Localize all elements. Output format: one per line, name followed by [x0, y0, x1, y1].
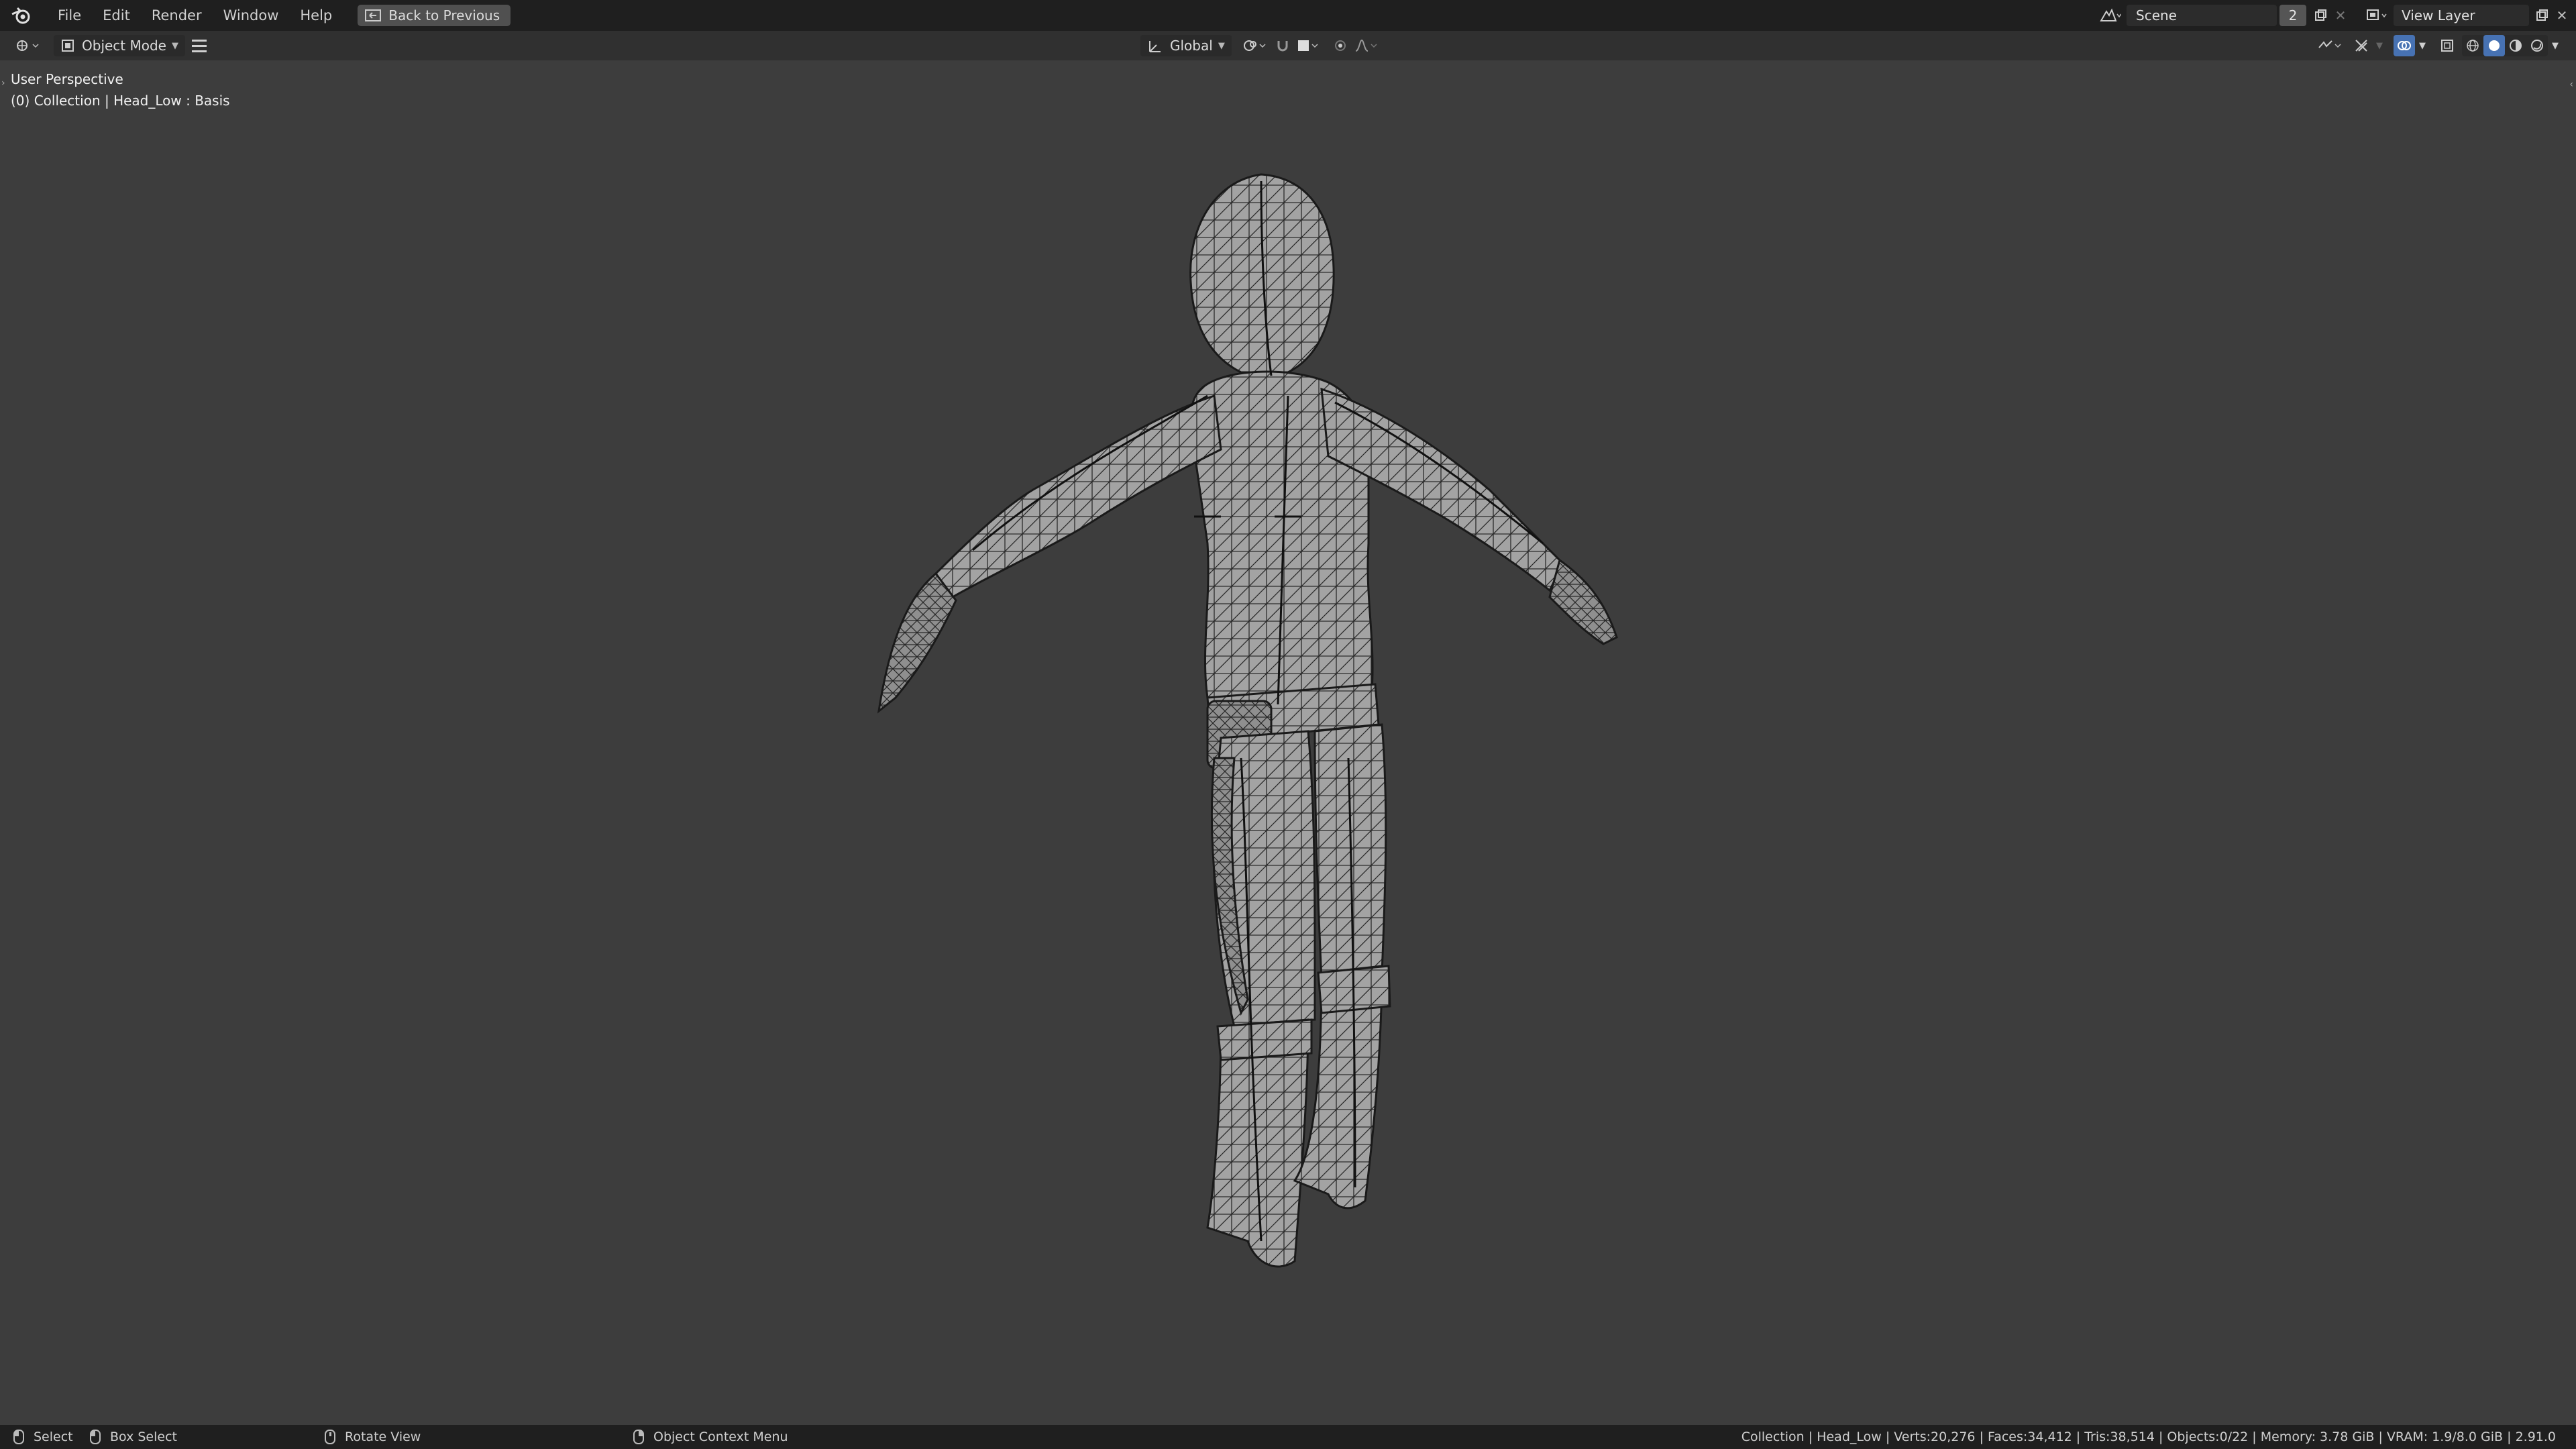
left-boot-cuff [1216, 1018, 1313, 1061]
character-mesh[interactable] [778, 168, 1731, 1368]
scene-statistics: Collection | Head_Low | Verts:20,276 | F… [1741, 1430, 2556, 1444]
screen-back-icon [365, 9, 382, 21]
status-box-select-label: Box Select [110, 1430, 177, 1444]
top-menu-bar: File Edit Render Window Help Back to Pre… [0, 0, 2576, 31]
viewport-header: Object Mode ▼ Global ▼ ▼ ▼ ▼ [0, 31, 2576, 60]
object-mode-dropdown[interactable]: Object Mode ▼ [54, 35, 185, 56]
object-mode-icon [62, 40, 74, 52]
status-box-select: Box Select [90, 1425, 177, 1449]
delete-scene-icon[interactable]: ✕ [2330, 5, 2351, 26]
mouse-right-icon [633, 1430, 644, 1444]
menu-render[interactable]: Render [141, 0, 213, 31]
scene-selector-icon[interactable] [2093, 5, 2127, 26]
viewport-collection-info: (0) Collection | Head_Low : Basis [11, 93, 230, 109]
status-context-menu-label: Object Context Menu [653, 1430, 788, 1444]
orientation-axes-icon [1149, 41, 1161, 52]
shading-dropdown-icon[interactable]: ▼ [2548, 35, 2563, 56]
falloff-curve-icon[interactable] [1351, 35, 1381, 56]
status-select: Select [13, 1425, 73, 1449]
character-body [877, 173, 1618, 1268]
new-scene-icon[interactable] [2310, 5, 2330, 26]
status-select-label: Select [34, 1430, 73, 1444]
left-arm [930, 394, 1222, 598]
gizmo-dropdown-icon[interactable]: ▼ [2372, 35, 2387, 56]
snap-toggle-icon[interactable] [1272, 35, 1293, 56]
solid-shading-icon[interactable] [2483, 35, 2505, 56]
shading-mode-group [2462, 35, 2548, 56]
wireframe-shading-icon[interactable] [2462, 35, 2483, 56]
snap-target-icon[interactable] [1293, 35, 1323, 56]
viewport-perspective-label: User Perspective [11, 71, 123, 87]
toolbar-expand-arrow-icon[interactable]: › [1, 78, 5, 89]
status-rotate-view-label: Rotate View [345, 1430, 421, 1444]
scene-name-field[interactable]: Scene [2127, 5, 2277, 26]
rendered-shading-icon[interactable] [2526, 35, 2548, 56]
view-layer-name-field[interactable]: View Layer [2394, 5, 2529, 26]
blender-logo-icon[interactable] [9, 4, 32, 27]
menu-window[interactable]: Window [213, 0, 290, 31]
scene-controls: Scene 2 ✕ View Layer ✕ [2093, 0, 2576, 31]
editor-type-icon[interactable] [12, 35, 46, 56]
new-view-layer-icon[interactable] [2532, 5, 2552, 26]
gizmo-toggle-icon[interactable] [2351, 35, 2372, 56]
overlays-dropdown-icon[interactable]: ▼ [2415, 35, 2430, 56]
status-bar: Select Box Select Rotate View Object Con… [0, 1425, 2576, 1449]
mouse-left-icon [13, 1430, 24, 1444]
overlays-toggle-icon[interactable] [2394, 35, 2415, 56]
sidebar-expand-arrow-icon[interactable]: ‹ [2569, 79, 2573, 90]
back-to-previous-label: Back to Previous [388, 7, 500, 23]
menu-hamburger-icon[interactable] [192, 35, 212, 56]
pivot-point-icon[interactable] [1238, 35, 1272, 56]
mouse-middle-icon [325, 1430, 335, 1444]
status-rotate-view: Rotate View [325, 1425, 421, 1449]
material-preview-icon[interactable] [2505, 35, 2526, 56]
delete-view-layer-icon[interactable]: ✕ [2552, 5, 2572, 26]
left-hand [877, 572, 957, 714]
transform-orientation-dropdown[interactable]: Global ▼ [1140, 35, 1232, 56]
mouse-drag-icon [90, 1430, 101, 1444]
scene-user-count[interactable]: 2 [2279, 5, 2306, 26]
view-layer-selector-icon[interactable] [2360, 5, 2394, 26]
proportional-editing-icon[interactable] [1330, 35, 1351, 56]
menu-edit[interactable]: Edit [92, 0, 141, 31]
menu-file[interactable]: File [47, 0, 92, 31]
xray-toggle-icon[interactable] [2436, 35, 2458, 56]
object-mode-label: Object Mode [82, 38, 166, 54]
orientation-label: Global [1170, 38, 1213, 54]
visibility-filter-icon[interactable] [2314, 35, 2347, 56]
right-hand [1548, 558, 1618, 645]
back-to-previous-button[interactable]: Back to Previous [358, 5, 511, 26]
chevron-down-icon: ▼ [1218, 40, 1225, 51]
status-context-menu: Object Context Menu [633, 1425, 788, 1449]
menu-help[interactable]: Help [289, 0, 343, 31]
chevron-down-icon: ▼ [172, 40, 178, 51]
